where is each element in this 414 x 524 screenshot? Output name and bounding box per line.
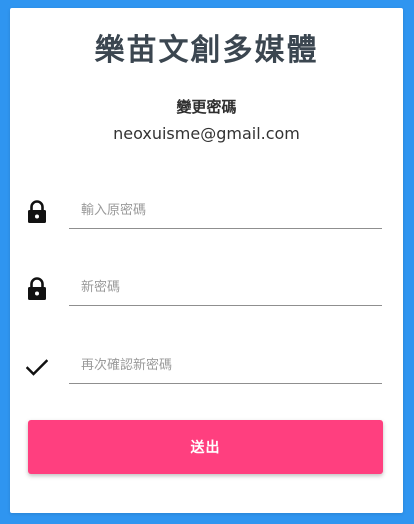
check-icon <box>25 355 49 379</box>
account-email: neoxuisme@gmail.com <box>113 124 300 143</box>
lock-icon <box>26 200 48 224</box>
new-password-field[interactable] <box>69 270 382 306</box>
confirm-password-row <box>10 348 403 388</box>
confirm-password-field[interactable] <box>69 348 382 384</box>
form-heading: 變更密碼 <box>176 98 237 116</box>
new-password-row <box>10 270 403 310</box>
submit-button[interactable]: 送出 <box>28 420 383 474</box>
old-password-row <box>10 193 403 233</box>
brand-title: 樂苗文創多媒體 <box>94 33 319 68</box>
change-password-card: 樂苗文創多媒體 變更密碼 neoxuisme@gmail.com 送出 <box>10 8 403 513</box>
old-password-field[interactable] <box>69 193 382 229</box>
lock-icon <box>26 277 48 301</box>
